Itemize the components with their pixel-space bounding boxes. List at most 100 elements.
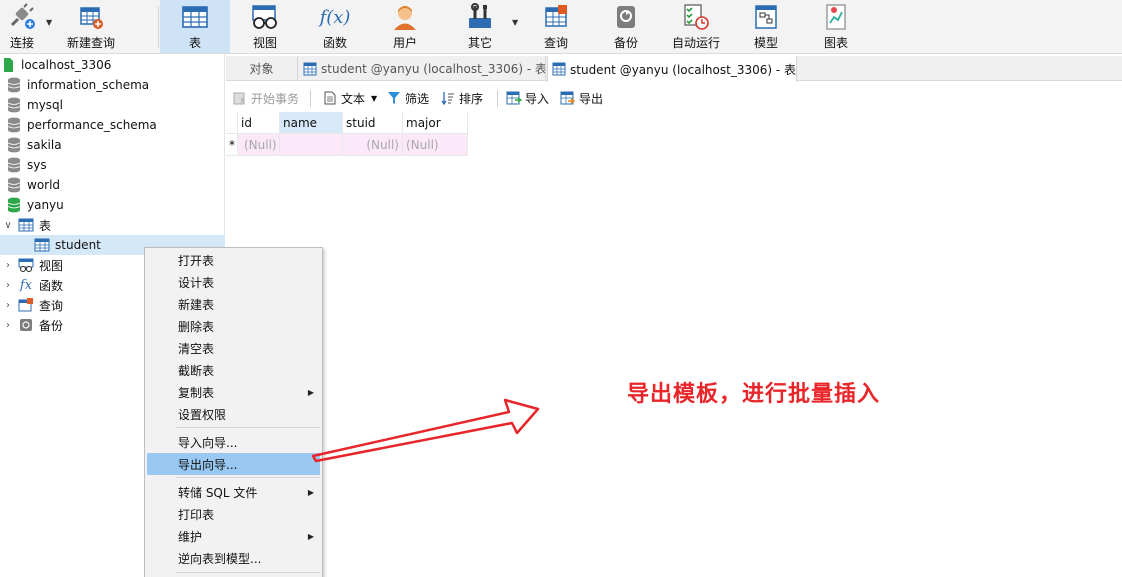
column-header-stuid[interactable]: stuid: [343, 112, 403, 134]
user-button[interactable]: 用户: [378, 0, 432, 53]
table-cell[interactable]: (Null): [343, 134, 403, 156]
plug-icon: [7, 2, 37, 32]
import-button[interactable]: 导入: [506, 86, 549, 110]
transaction-icon: [232, 90, 248, 106]
tab-bar: 对象 student @yanyu (localhost_3306) - 表 s…: [226, 56, 1122, 82]
export-button[interactable]: 导出: [560, 86, 603, 110]
new-query-label: 新建查询: [66, 36, 115, 50]
column-header-name[interactable]: name: [280, 112, 343, 134]
view-label: 视图: [252, 36, 277, 50]
sort-button[interactable]: 排序: [440, 86, 483, 110]
submenu-arrow-icon: ▶: [307, 387, 314, 397]
table-toolbar: 开始事务 文本 ▼ 筛选 排序 导入 导出: [226, 86, 1122, 110]
connect-button[interactable]: 连接: [2, 0, 42, 53]
backup-label: 备份: [613, 36, 638, 50]
column-header-id[interactable]: id: [238, 112, 280, 134]
chevron-right-icon[interactable]: ›: [2, 260, 14, 271]
chevron-down-icon[interactable]: ∨: [2, 220, 14, 231]
chart-button[interactable]: 图表: [810, 0, 862, 53]
tree-db-yanyu[interactable]: yanyu: [0, 195, 225, 215]
table-icon: [18, 217, 34, 233]
connect-label: 连接: [9, 36, 34, 50]
function-label: 函数: [322, 36, 347, 50]
user-icon: [390, 2, 420, 32]
menu-item-delete-table[interactable]: 删除表: [147, 315, 320, 337]
query-button[interactable]: 查询: [530, 0, 582, 53]
sort-label: 排序: [459, 91, 484, 106]
other-button[interactable]: 其它: [452, 0, 508, 53]
view-button[interactable]: 视图: [238, 0, 292, 53]
begin-transaction-label: 开始事务: [251, 91, 300, 106]
table-cell[interactable]: (Null): [403, 134, 468, 156]
menu-item-set-permissions[interactable]: 设置权限: [147, 403, 320, 425]
table-icon: [34, 237, 50, 253]
chevron-right-icon[interactable]: ›: [2, 300, 14, 311]
context-menu: 打开表 设计表 新建表 删除表 清空表 截断表 复制表 ▶ 设置权限 导入向导..…: [144, 247, 323, 577]
menu-item-maintain[interactable]: 维护 ▶: [147, 525, 320, 547]
text-button[interactable]: 文本 ▼: [322, 86, 377, 110]
tools-icon: [465, 2, 495, 32]
menu-item-dump-sql-file[interactable]: 转储 SQL 文件 ▶: [147, 481, 320, 503]
function-icon: f(x): [319, 6, 351, 28]
connection-icon: [0, 57, 16, 73]
tree-db-information-schema[interactable]: information_schema: [0, 75, 225, 95]
automation-button[interactable]: 自动运行: [668, 0, 724, 53]
user-label: 用户: [392, 36, 417, 50]
annotation-text: 导出模板，进行批量插入: [627, 382, 881, 407]
chevron-down-icon[interactable]: ▼: [371, 94, 377, 103]
filter-icon: [386, 90, 402, 106]
menu-item-open-table[interactable]: 打开表: [147, 249, 320, 271]
model-button[interactable]: 模型: [740, 0, 792, 53]
column-header-major[interactable]: major: [403, 112, 468, 134]
begin-transaction-button[interactable]: 开始事务: [232, 86, 299, 110]
tree-db-mysql[interactable]: mysql: [0, 95, 225, 115]
model-label: 模型: [753, 36, 778, 50]
table-cell[interactable]: (Null): [238, 134, 280, 156]
tab-label: student @yanyu (localhost_3306) - 表: [570, 62, 796, 77]
new-query-button[interactable]: 新建查询: [62, 0, 120, 53]
menu-item-truncate-table[interactable]: 截断表: [147, 359, 320, 381]
table-edit-icon: [303, 62, 317, 76]
tab-student-table-2[interactable]: student @yanyu (localhost_3306) - 表: [547, 56, 797, 82]
menu-item-empty-table[interactable]: 清空表: [147, 337, 320, 359]
tab-student-table-1[interactable]: student @yanyu (localhost_3306) - 表: [299, 56, 546, 81]
tree-db-world[interactable]: world: [0, 175, 225, 195]
database-icon: [6, 137, 22, 153]
filter-button[interactable]: 筛选: [386, 86, 429, 110]
menu-item-duplicate-table[interactable]: 复制表 ▶: [147, 381, 320, 403]
tree-db-sys[interactable]: sys: [0, 155, 225, 175]
other-dropdown-caret[interactable]: ▼: [512, 18, 518, 27]
backup-icon: [611, 2, 641, 32]
toolbar-divider: [158, 6, 159, 48]
other-label: 其它: [467, 36, 492, 50]
tab-objects[interactable]: 对象: [226, 56, 298, 81]
row-header-corner: [226, 112, 238, 134]
toolbar-divider: [497, 90, 498, 107]
menu-item-export-wizard[interactable]: 导出向导...: [147, 453, 320, 475]
menu-item-reverse-to-model[interactable]: 逆向表到模型...: [147, 547, 320, 569]
sort-icon: [440, 90, 456, 106]
tree-connection[interactable]: localhost_3306: [0, 55, 225, 75]
connect-dropdown-caret[interactable]: ▼: [46, 18, 52, 27]
tab-label: 对象: [249, 62, 274, 76]
menu-separator: [176, 572, 320, 573]
chevron-right-icon[interactable]: ›: [2, 320, 14, 331]
table-cell[interactable]: [280, 134, 343, 156]
import-label: 导入: [525, 91, 550, 106]
tree-node-tables[interactable]: ∨ 表: [0, 215, 225, 235]
menu-item-import-wizard[interactable]: 导入向导...: [147, 431, 320, 453]
menu-item-new-table[interactable]: 新建表: [147, 293, 320, 315]
function-button[interactable]: f(x) 函数: [308, 0, 362, 53]
menu-item-design-table[interactable]: 设计表: [147, 271, 320, 293]
backup-button[interactable]: 备份: [600, 0, 652, 53]
chevron-right-icon[interactable]: ›: [2, 280, 14, 291]
tree-db-performance-schema[interactable]: performance_schema: [0, 115, 225, 135]
view-icon: [250, 2, 280, 32]
database-label: mysql: [27, 98, 63, 112]
table-button[interactable]: 表: [160, 0, 230, 53]
queries-node-label: 查询: [39, 298, 64, 313]
chart-label: 图表: [823, 36, 848, 50]
menu-item-print-table[interactable]: 打印表: [147, 503, 320, 525]
main-toolbar: 连接 ▼ 新建查询 表 视图 f(x) 函数 用户 其它 ▼ 查询 备份 自动运…: [0, 0, 1122, 54]
tree-db-sakila[interactable]: sakila: [0, 135, 225, 155]
